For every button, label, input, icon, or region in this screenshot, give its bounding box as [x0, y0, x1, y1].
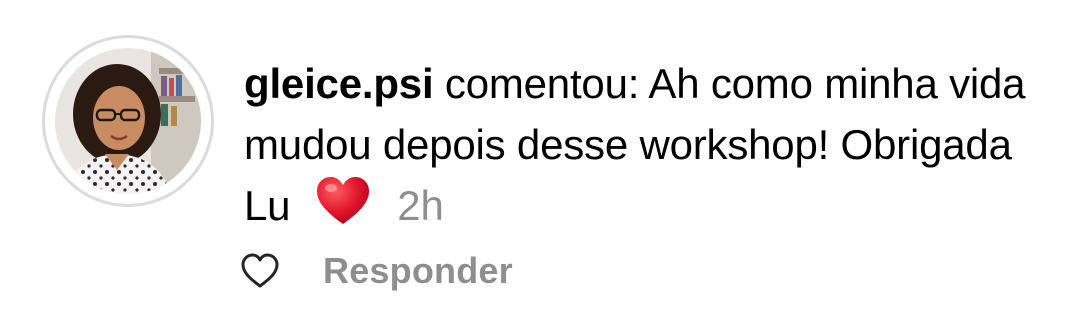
comment-actions: Responder — [241, 246, 513, 296]
comment-text-block: gleice.psi comentou: Ah como minha vida … — [244, 53, 1064, 236]
comment-username[interactable]: gleice.psi — [244, 60, 434, 107]
heart-emoji-icon — [316, 177, 369, 224]
comment-verb: comentou: — [444, 60, 640, 107]
comment-timestamp: 2h — [397, 182, 444, 229]
reply-button[interactable]: Responder — [323, 250, 513, 292]
avatar[interactable] — [42, 35, 214, 207]
profile-photo-icon — [55, 48, 201, 194]
heart-outline-icon[interactable] — [241, 252, 279, 290]
comment-item: gleice.psi comentou: Ah como minha vida … — [0, 0, 1080, 333]
